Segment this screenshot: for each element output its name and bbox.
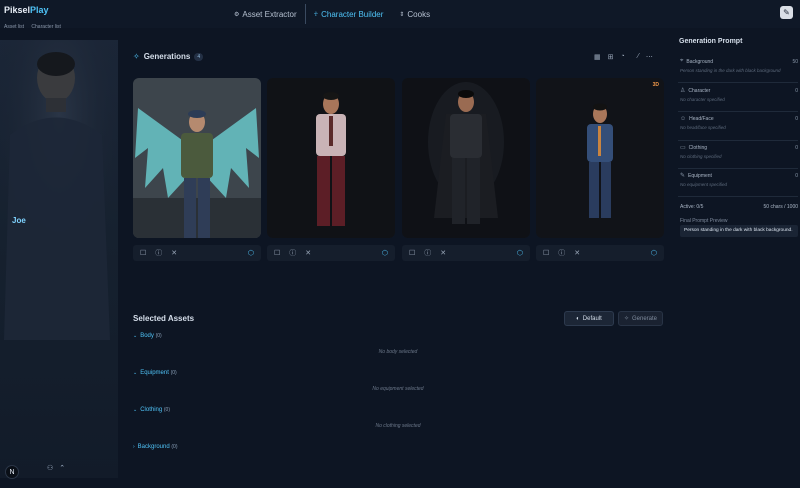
chevron-down-icon: ⌄ bbox=[133, 333, 138, 339]
prompt-item-head-face[interactable]: ☺ Head/Face 0 No head/face specified bbox=[680, 116, 798, 140]
generate-button[interactable]: ✧ Generate bbox=[618, 311, 663, 326]
checkbox-icon[interactable]: ☐ bbox=[543, 249, 549, 257]
app-logo[interactable]: PikselPlay bbox=[4, 5, 49, 15]
sparkle-icon: ✧ bbox=[623, 316, 629, 322]
generation-card[interactable]: 3D bbox=[536, 78, 664, 238]
wrench-button[interactable]: ✎ bbox=[780, 6, 793, 19]
breadcrumb-character-list[interactable]: Character list bbox=[31, 24, 60, 30]
section-clothing-toggle[interactable]: ⌄ Clothing (0) bbox=[133, 407, 170, 413]
cook-icon: ⇕ bbox=[399, 11, 405, 18]
prompt-preview: Person standing in the dark with black b… bbox=[680, 225, 798, 237]
more-icon[interactable]: ⋯ bbox=[646, 53, 653, 61]
section-body-toggle[interactable]: ⌄ Body (0) bbox=[133, 333, 162, 339]
chevron-up-icon[interactable]: ⌃ bbox=[59, 464, 65, 472]
close-icon[interactable]: ✕ bbox=[305, 249, 311, 257]
brush-icon[interactable]: ⁄ bbox=[638, 53, 639, 61]
prompt-item-character[interactable]: ♙ Character 0 No character specified bbox=[680, 87, 798, 111]
info-icon[interactable]: ⓘ bbox=[424, 248, 431, 258]
cube-icon[interactable]: ⬡ bbox=[382, 249, 388, 257]
card-actions: ☐ ⓘ ✕ ⬡ bbox=[402, 245, 530, 261]
close-icon[interactable]: ✕ bbox=[574, 249, 580, 257]
info-icon[interactable]: ⓘ bbox=[558, 248, 565, 258]
preview-label: Final Prompt Preview bbox=[680, 218, 728, 224]
generation-image bbox=[267, 78, 395, 238]
generation-image bbox=[536, 78, 664, 238]
section-equipment-toggle[interactable]: ⌄ Equipment (0) bbox=[133, 370, 177, 376]
breadcrumb: Asset list Character list bbox=[4, 24, 67, 30]
prompt-title: Generation Prompt bbox=[679, 38, 743, 45]
generation-image bbox=[133, 78, 261, 238]
selected-assets-title: Selected Assets bbox=[133, 314, 195, 323]
3d-badge: 3D bbox=[652, 82, 659, 88]
chevron-right-icon: › bbox=[133, 444, 135, 450]
active-count: Active: 0/5 bbox=[680, 204, 704, 210]
info-icon[interactable]: ⓘ bbox=[155, 248, 162, 258]
character-name: Joe bbox=[12, 216, 26, 225]
close-icon[interactable]: ✕ bbox=[440, 249, 446, 257]
checkbox-icon[interactable]: ☐ bbox=[140, 249, 146, 257]
tab-cooks[interactable]: ⇕ Cooks bbox=[391, 4, 438, 24]
generations-count: 4 bbox=[194, 52, 204, 61]
dev-indicator[interactable]: N bbox=[5, 465, 19, 479]
chevron-down-icon: ⌄ bbox=[133, 407, 138, 413]
person-icon: ☥ bbox=[313, 11, 319, 18]
checkbox-icon[interactable]: ☐ bbox=[409, 249, 415, 257]
generation-card[interactable] bbox=[267, 78, 395, 238]
grid-small-icon[interactable]: ▦ bbox=[594, 53, 601, 61]
generations-title: Generations bbox=[143, 52, 191, 61]
checkbox-icon[interactable]: ☐ bbox=[274, 249, 280, 257]
section-background-toggle[interactable]: › Background (0) bbox=[133, 444, 178, 450]
chevron-down-icon: ⌄ bbox=[133, 370, 138, 376]
location-icon: ⌖ bbox=[680, 58, 684, 64]
wrench-icon: ✎ bbox=[783, 8, 790, 17]
wrench-icon: ✎ bbox=[680, 173, 686, 179]
cube-icon[interactable]: ⬡ bbox=[651, 249, 657, 257]
palette-icon[interactable]: ◔ bbox=[621, 53, 625, 61]
tab-character-builder[interactable]: ☥ Character Builder bbox=[304, 4, 392, 24]
generation-prompt-panel: Generation Prompt ⌖ Background 50 Person s… bbox=[670, 28, 800, 488]
generation-card[interactable] bbox=[402, 78, 530, 238]
top-bar: PikselPlay Asset list Character list ⚙ A… bbox=[0, 0, 800, 30]
close-icon[interactable]: ✕ bbox=[171, 249, 177, 257]
cube-icon[interactable]: ⬡ bbox=[248, 249, 254, 257]
users-icon[interactable]: ⚇ bbox=[47, 464, 53, 472]
equipment-empty-text: No equipment selected bbox=[372, 386, 424, 392]
card-actions: ☐ ⓘ ✕ ⬡ bbox=[133, 245, 261, 261]
divider bbox=[678, 196, 798, 197]
prompt-item-equipment[interactable]: ✎ Equipment 0 No equipment specified bbox=[680, 172, 798, 196]
cube-icon[interactable]: ⬡ bbox=[517, 249, 523, 257]
sparkle-icon: ✧ bbox=[133, 52, 140, 61]
card-actions: ☐ ⓘ ✕ ⬡ bbox=[536, 245, 664, 261]
generation-image bbox=[402, 78, 530, 238]
info-icon[interactable]: ⓘ bbox=[289, 248, 296, 258]
panel-controls: ⚇ ⌃ bbox=[47, 464, 65, 472]
shirt-icon: ▭ bbox=[680, 145, 686, 151]
view-controls: ▦ ⊞ ◔ ⁄ ⋯ bbox=[594, 53, 653, 61]
grid-large-icon[interactable]: ⊞ bbox=[608, 53, 614, 61]
generation-card[interactable] bbox=[133, 78, 261, 238]
body-empty-text: No body selected bbox=[378, 349, 418, 355]
extract-icon: ⚙ bbox=[234, 11, 240, 18]
char-count: 50 chars / 1000 bbox=[763, 204, 798, 210]
divider bbox=[678, 140, 798, 141]
divider bbox=[678, 168, 798, 169]
tab-asset-extractor[interactable]: ⚙ Asset Extractor bbox=[226, 4, 305, 24]
generations-header: ✧ Generations 4 bbox=[133, 52, 204, 61]
main-nav: ⚙ Asset Extractor ☥ Character Builder ⇕ … bbox=[226, 4, 438, 24]
default-button[interactable]: ◐ Default bbox=[564, 311, 614, 326]
prompt-item-background[interactable]: ⌖ Background 50 Person standing in the dar… bbox=[680, 58, 798, 82]
face-icon: ☺ bbox=[680, 116, 687, 122]
person-icon: ♙ bbox=[680, 88, 686, 94]
divider bbox=[678, 111, 798, 112]
prompt-item-clothing[interactable]: ▭ Clothing 0 No clothing specified bbox=[680, 144, 798, 168]
clothing-empty-text: No clothing selected bbox=[375, 423, 421, 429]
character-preview-panel: Joe ⚇ ⌃ bbox=[0, 40, 118, 478]
divider bbox=[678, 82, 798, 83]
card-actions: ☐ ⓘ ✕ ⬡ bbox=[267, 245, 395, 261]
prompt-status: Active: 0/5 50 chars / 1000 bbox=[680, 204, 798, 210]
palette-icon: ◐ bbox=[576, 315, 580, 322]
character-portrait bbox=[0, 40, 118, 340]
breadcrumb-asset-list[interactable]: Asset list bbox=[4, 24, 24, 30]
